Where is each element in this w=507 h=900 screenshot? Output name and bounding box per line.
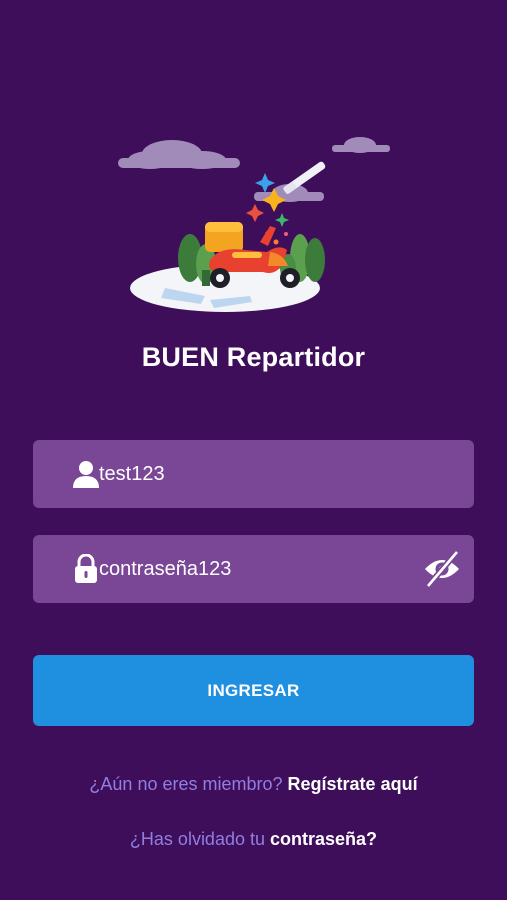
scooter-logo-illustration bbox=[118, 137, 390, 312]
app-title: BUEN Repartidor bbox=[141, 342, 366, 372]
password-value: contraseña123 bbox=[99, 557, 232, 580]
user-icon bbox=[73, 459, 99, 489]
eye-off-icon[interactable] bbox=[422, 549, 462, 589]
forgot-password-row: ¿Has olvidado tu contraseña? bbox=[0, 829, 507, 850]
forgot-prompt: ¿Has olvidado tu bbox=[129, 829, 265, 849]
register-prompt: ¿Aún no eres miembro? bbox=[89, 774, 283, 794]
register-row: ¿Aún no eres miembro? Regístrate aquí bbox=[0, 774, 507, 795]
register-link[interactable]: Regístrate aquí bbox=[288, 774, 418, 794]
username-value: test123 bbox=[99, 462, 165, 485]
password-field[interactable]: contraseña123 bbox=[33, 535, 474, 603]
cloud-left bbox=[118, 140, 240, 169]
cloud-right bbox=[332, 137, 390, 153]
lock-icon bbox=[73, 554, 99, 584]
username-field[interactable]: test123 bbox=[33, 440, 474, 508]
forgot-password-link[interactable]: contraseña? bbox=[270, 829, 377, 849]
login-button[interactable]: INGRESAR bbox=[33, 655, 474, 726]
login-screen: BUEN Repartidor test123 contraseña123 IN… bbox=[0, 0, 507, 900]
